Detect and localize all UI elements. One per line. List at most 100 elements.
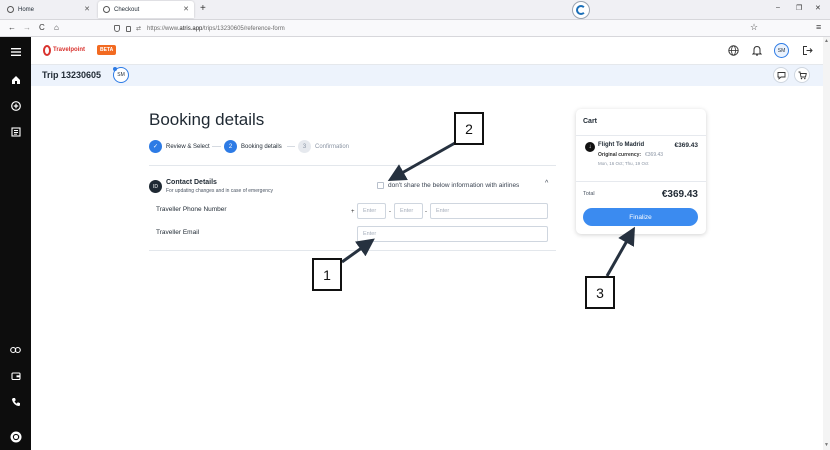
- maximize-button[interactable]: ❐: [796, 4, 802, 12]
- email-input[interactable]: [357, 226, 548, 242]
- dont-share-label[interactable]: don't share the below information with a…: [388, 182, 519, 189]
- reload-button[interactable]: C: [39, 23, 45, 32]
- tab-label: Checkout: [114, 6, 140, 13]
- page-scrollbar[interactable]: [823, 37, 830, 450]
- phone-plus-sign: +: [351, 209, 355, 215]
- chat-button[interactable]: [773, 67, 789, 83]
- browser-tab-checkout[interactable]: Checkout ✕: [98, 1, 194, 18]
- phone-separator: -: [389, 209, 391, 215]
- logout-icon[interactable]: [801, 44, 813, 56]
- globe-icon: [103, 6, 110, 13]
- app-sidebar: [0, 37, 31, 450]
- trip-avatar-initials: SM: [117, 72, 125, 78]
- close-window-button[interactable]: ✕: [815, 4, 821, 12]
- cart-divider: [576, 181, 706, 182]
- cart-item-dates: Mon, 16 Oct; Thu, 19 Oct: [598, 161, 649, 166]
- contact-details-subtitle: For updating changes and in case of emer…: [166, 188, 274, 194]
- account-icon[interactable]: [8, 429, 23, 444]
- browser-tab-bar: Home ✕ Checkout ✕ + – ❐ ✕: [0, 0, 830, 20]
- beta-badge: BETA: [97, 45, 117, 55]
- new-tab-button[interactable]: +: [200, 3, 206, 14]
- page-title: Booking details: [149, 110, 265, 129]
- original-currency-label: Original currency:: [598, 152, 642, 158]
- step-confirmation[interactable]: 3 Confirmation: [298, 140, 349, 153]
- contact-details-title: Contact Details: [166, 179, 217, 186]
- step-label: Booking details: [241, 143, 282, 150]
- phone-number-input[interactable]: [430, 203, 548, 219]
- home-icon[interactable]: [8, 72, 23, 87]
- trip-bar: Trip 13230605 SM: [31, 65, 823, 86]
- cart-button[interactable]: [794, 67, 810, 83]
- menu-icon[interactable]: [8, 44, 23, 59]
- scroll-up-arrow-icon[interactable]: ▲: [824, 38, 829, 44]
- chat-icon: [777, 71, 785, 80]
- add-circle-icon[interactable]: [8, 98, 23, 113]
- dont-share-checkbox[interactable]: [377, 182, 384, 189]
- section-divider: [149, 165, 556, 166]
- step-number: 2: [224, 140, 237, 153]
- forward-button[interactable]: →: [23, 23, 31, 32]
- home-button[interactable]: ⌂: [54, 23, 59, 32]
- browser-menu-icon[interactable]: ≡: [816, 22, 821, 32]
- logo-text: Travelpoint: [52, 47, 85, 53]
- flight-icon: ↓: [585, 142, 595, 152]
- permissions-icon[interactable]: ⇄: [136, 25, 141, 32]
- booking-stepper: ✓ Review & Select 2 Booking details 3 Co…: [149, 140, 559, 154]
- step-connector: [287, 146, 295, 147]
- globe-icon[interactable]: [727, 44, 739, 56]
- original-currency-value: €369.43: [645, 152, 664, 158]
- link-icon[interactable]: [8, 342, 23, 357]
- contact-card-icon: ID: [149, 180, 162, 193]
- cart-divider: [576, 135, 706, 136]
- step-check-icon: ✓: [149, 140, 162, 153]
- annotation-arrow-1: [341, 238, 375, 264]
- step-label: Confirmation: [315, 143, 350, 150]
- list-icon[interactable]: [8, 124, 23, 139]
- annotation-callout-3: 3: [585, 276, 615, 309]
- phone-separator: -: [425, 209, 427, 215]
- browser-toolbar: ← → C ⌂ ⇄ https://www. atris.app /trips/…: [0, 20, 830, 37]
- shield-icon[interactable]: [114, 25, 120, 32]
- app-header: Travelpoint BETA SM: [31, 37, 823, 65]
- trip-traveller-avatar[interactable]: SM: [113, 67, 129, 83]
- step-connector: [212, 146, 221, 147]
- phone-icon[interactable]: [8, 394, 23, 409]
- url-prefix: https://www.: [147, 25, 180, 32]
- cart-item-name[interactable]: Flight To Madrid: [598, 142, 644, 148]
- close-icon[interactable]: ✕: [183, 5, 189, 13]
- bell-icon[interactable]: [751, 44, 763, 56]
- status-dot: [113, 67, 117, 71]
- step-number: 3: [298, 140, 311, 153]
- annotation-callout-1: 1: [312, 258, 342, 291]
- logo-mark-icon: [43, 44, 51, 56]
- url-domain: atris.app: [179, 25, 203, 32]
- travelpoint-logo[interactable]: Travelpoint: [43, 44, 85, 56]
- step-review-select[interactable]: ✓ Review & Select: [149, 140, 210, 153]
- phone-area-code-input[interactable]: [394, 203, 423, 219]
- extension-logo-icon[interactable]: [572, 1, 590, 19]
- step-label: Review & Select: [166, 143, 210, 150]
- close-icon[interactable]: ✕: [84, 5, 90, 13]
- back-button[interactable]: ←: [8, 23, 16, 32]
- finalize-button[interactable]: Finalize: [583, 208, 698, 226]
- address-bar[interactable]: ⇄ https://www. atris.app /trips/13230605…: [114, 22, 764, 35]
- globe-icon: [7, 6, 14, 13]
- lock-icon[interactable]: [126, 25, 131, 32]
- tab-label: Home: [18, 6, 35, 13]
- bookmark-star-icon[interactable]: ☆: [750, 22, 758, 33]
- browser-tab-home[interactable]: Home ✕: [2, 1, 95, 18]
- email-label: Traveller Email: [156, 229, 200, 236]
- minimize-button[interactable]: –: [776, 4, 780, 11]
- phone-country-code-input[interactable]: [357, 203, 386, 219]
- section-divider: [149, 250, 556, 251]
- scroll-down-arrow-icon[interactable]: ▼: [824, 442, 829, 448]
- wallet-icon[interactable]: [8, 368, 23, 383]
- cart-item-price: €369.43: [674, 142, 699, 149]
- cart-title: Cart: [583, 118, 598, 125]
- step-booking-details[interactable]: 2 Booking details: [224, 140, 282, 153]
- total-label: Total: [583, 191, 595, 197]
- cart-panel: Cart ↓ Flight To Madrid €369.43 Original…: [576, 109, 706, 234]
- annotation-callout-2: 2: [454, 112, 484, 145]
- user-avatar[interactable]: SM: [774, 43, 789, 58]
- collapse-chevron-icon[interactable]: ^: [545, 180, 548, 187]
